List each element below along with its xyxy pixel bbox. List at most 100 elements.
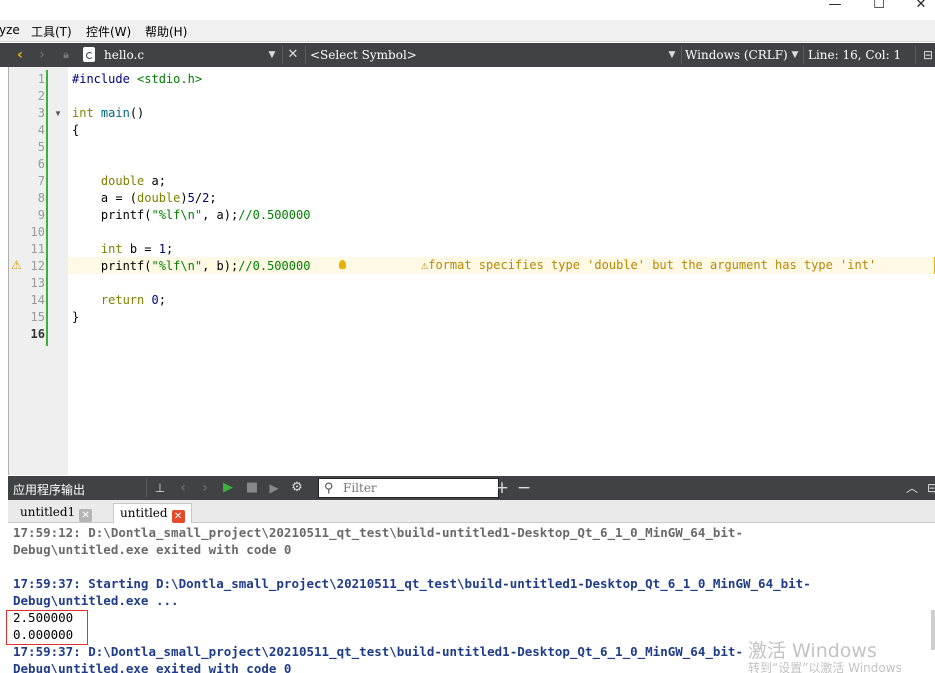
minimize-button[interactable]: — xyxy=(820,0,850,18)
code-token: //0.500000 xyxy=(238,259,311,273)
previous-item-icon[interactable]: ‹ xyxy=(176,476,190,500)
output-line: Debug\untitled.exe exited with code 0 xyxy=(13,661,292,673)
lock-icon[interactable]: 🔒︎ xyxy=(58,43,74,67)
code-token: 5 xyxy=(187,191,195,205)
line-number: 15 xyxy=(30,310,45,324)
code-editor[interactable]: ⚠ ▼ ⚠format specifies type 'double' but … xyxy=(8,67,935,475)
code-line: double a; xyxy=(72,173,166,190)
code-token: "%lf\n" xyxy=(151,208,203,222)
toolbar-separator xyxy=(305,46,306,64)
maximize-button[interactable]: ☐ xyxy=(864,0,894,18)
menu-analyze[interactable]: yze xyxy=(0,23,20,37)
output-pane-title[interactable]: 应用程序输出 xyxy=(13,481,85,498)
next-item-icon[interactable]: › xyxy=(198,476,212,500)
code-line: printf("%lf\n", b);//0.500000 xyxy=(72,258,311,275)
line-number: 13 xyxy=(30,276,45,290)
code-token: return xyxy=(100,293,145,307)
menu-help[interactable]: 帮助(H) xyxy=(145,23,187,40)
fold-arrow-icon[interactable]: ▼ xyxy=(54,109,62,118)
menu-widgets[interactable]: 控件(W) xyxy=(86,23,131,40)
menu-tools[interactable]: 工具(T) xyxy=(31,23,72,40)
code-token: 1 xyxy=(158,242,166,256)
zoom-out-icon[interactable]: − xyxy=(515,476,533,500)
code-token: //0.500000 xyxy=(238,208,311,222)
line-number: 4 xyxy=(37,123,45,137)
code-token: a = ( xyxy=(72,191,138,205)
code-token: int xyxy=(72,106,94,120)
chevron-down-icon[interactable]: ▼ xyxy=(789,43,801,67)
split-icon[interactable]: ⊟ xyxy=(920,43,935,67)
line-ending-selector[interactable]: Windows (CRLF) xyxy=(685,48,788,62)
output-line: Debug\untitled.exe ... xyxy=(13,593,179,608)
tab-label: untitled xyxy=(120,506,168,520)
output-line: 17:59:37: D:\Dontla_small_project\202105… xyxy=(13,644,743,659)
code-line: } xyxy=(72,309,79,326)
left-edge xyxy=(0,67,8,673)
line-number: 2 xyxy=(37,89,45,103)
activation-watermark-subtext: 转到“设置”以激活 Windows xyxy=(748,661,902,673)
filter-input[interactable]: ⚲ Filter xyxy=(318,478,499,498)
code-token: } xyxy=(72,310,80,324)
chevron-up-icon[interactable]: ︿ xyxy=(904,476,920,500)
code-token: double xyxy=(137,191,181,205)
stop-icon[interactable]: ■ xyxy=(244,476,260,500)
output-line: 17:59:37: Starting D:\Dontla_small_proje… xyxy=(13,576,811,591)
toolbar-separator xyxy=(803,46,804,64)
tab-label: untitled1 xyxy=(20,505,76,519)
code-line: a = (double)5/2; xyxy=(72,190,217,207)
code-token: { xyxy=(72,123,80,137)
highlight-box xyxy=(6,610,88,645)
code-line: return 0; xyxy=(72,292,166,309)
code-line: { xyxy=(72,122,79,139)
code-token: ; xyxy=(165,242,174,256)
line-number: 7 xyxy=(37,174,45,188)
tab-untitled1[interactable]: untitled1 ✕ xyxy=(14,503,98,523)
line-number: 6 xyxy=(37,157,45,171)
tab-untitled[interactable]: untitled ✕ xyxy=(113,503,192,523)
output-line: 17:59:12: D:\Dontla_small_project\202105… xyxy=(13,525,743,540)
code-line: int b = 1; xyxy=(72,241,173,258)
scrollbar[interactable] xyxy=(931,610,935,650)
filter-placeholder: Filter xyxy=(343,481,377,495)
close-icon[interactable]: ✕ xyxy=(79,509,93,522)
gear-icon[interactable]: ⚙ xyxy=(289,476,305,500)
line-number: 1 xyxy=(37,72,45,86)
change-marker-bar xyxy=(46,70,48,346)
debug-icon[interactable]: ▶ xyxy=(266,476,282,500)
output-line: Debug\untitled.exe exited with code 0 xyxy=(13,542,292,557)
code-token: double xyxy=(100,174,145,188)
code-line: #include <stdio.h> xyxy=(72,71,202,88)
toolbar-separator xyxy=(915,46,916,64)
warning-message-text: format specifies type 'double' but the a… xyxy=(428,258,877,272)
lightbulb-icon[interactable] xyxy=(339,260,346,269)
back-icon[interactable]: ‹ xyxy=(12,43,28,67)
line-number: 14 xyxy=(30,293,45,307)
close-document-icon[interactable]: ✕ xyxy=(285,43,301,67)
chevron-down-icon[interactable]: ▼ xyxy=(266,43,278,67)
close-button[interactable]: ✕ xyxy=(906,0,935,18)
zoom-in-icon[interactable]: + xyxy=(493,476,511,500)
c-file-icon xyxy=(83,47,95,62)
line-number: 12 xyxy=(30,259,45,273)
document-name[interactable]: hello.c xyxy=(104,48,144,62)
code-line: int main() xyxy=(72,105,144,122)
output-tabs: untitled1 ✕ untitled ✕ xyxy=(8,500,935,523)
code-token: int xyxy=(100,242,123,256)
cursor-position[interactable]: Line: 16, Col: 1 xyxy=(808,48,901,62)
forward-icon[interactable]: › xyxy=(34,43,50,67)
code-token: () xyxy=(129,106,145,120)
close-icon[interactable]: ✕ xyxy=(171,510,185,523)
search-icon: ⚲ xyxy=(324,480,334,495)
code-token: printf( xyxy=(72,259,152,273)
chevron-down-icon[interactable]: ▼ xyxy=(666,43,678,67)
code-token: ; xyxy=(209,191,217,205)
split-icon[interactable]: ⊟ xyxy=(926,476,935,500)
symbol-selector[interactable]: <Select Symbol> xyxy=(310,48,417,62)
attach-debugger-icon[interactable]: ⊥ xyxy=(152,476,168,500)
line-number: 5 xyxy=(37,140,45,154)
line-number: 10 xyxy=(30,225,45,239)
run-icon[interactable]: ▶ xyxy=(220,476,236,500)
line-number: 16 xyxy=(30,327,45,341)
